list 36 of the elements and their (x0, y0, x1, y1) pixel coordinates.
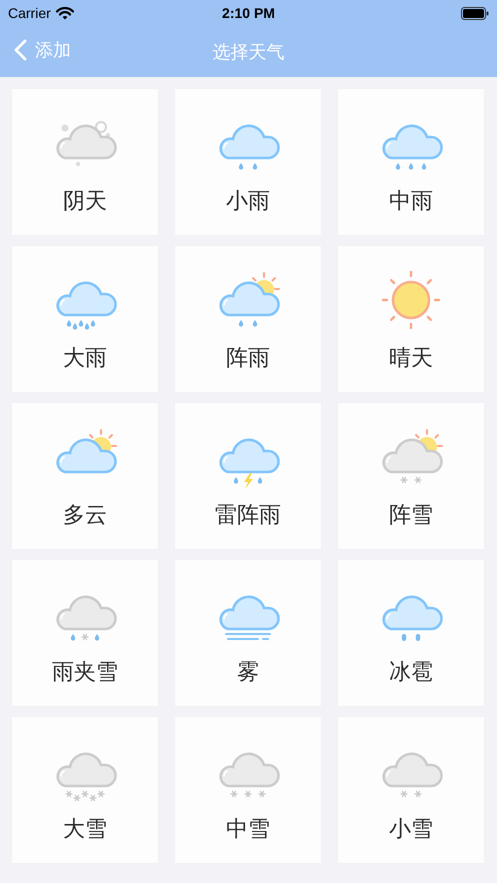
weather-tile[interactable]: 冰雹 (338, 560, 484, 706)
weather-label: 小雪 (389, 816, 433, 844)
weather-label: 晴天 (389, 345, 433, 373)
weather-tile[interactable]: 中雨 (338, 89, 484, 235)
weather-tile[interactable]: 晴天 (338, 246, 484, 392)
battery-icon (460, 6, 489, 20)
wifi-icon (56, 6, 74, 20)
weather-tile[interactable]: 大雨 (12, 246, 158, 392)
weather-label: 雨夹雪 (52, 659, 118, 687)
weather-tile[interactable]: 雨夹雪 (12, 560, 158, 706)
weather-tile[interactable]: 阴天 (12, 89, 158, 235)
page-title: 选择天气 (212, 40, 284, 64)
weather-tile[interactable]: 中雪 (175, 717, 321, 863)
weather-tile[interactable]: 小雨 (175, 89, 321, 235)
weather-tile[interactable]: 大雪 (12, 717, 158, 863)
weather-tile[interactable]: 雷阵雨 (175, 403, 321, 549)
weather-tile[interactable]: 雾 (175, 560, 321, 706)
weather-tile[interactable]: 小雪 (338, 717, 484, 863)
weather-label: 阴天 (63, 188, 107, 216)
carrier-label: Carrier (8, 5, 51, 21)
weather-label: 多云 (63, 502, 107, 530)
weather-label: 大雨 (63, 345, 107, 373)
weather-tile[interactable]: 阵雪 (338, 403, 484, 549)
weather-label: 中雨 (389, 188, 433, 216)
weather-label: 小雨 (226, 188, 270, 216)
weather-label: 雷阵雨 (215, 502, 281, 530)
chevron-left-icon (14, 39, 27, 61)
weather-label: 大雪 (63, 816, 107, 844)
clock-time: 2:10 PM (222, 5, 275, 21)
weather-label: 冰雹 (389, 659, 433, 687)
weather-label: 阵雨 (226, 345, 270, 373)
weather-label: 雾 (237, 659, 259, 687)
weather-tile[interactable]: 阵雨 (175, 246, 321, 392)
weather-tile[interactable]: 多云 (12, 403, 158, 549)
weather-label: 中雪 (226, 816, 270, 844)
weather-label: 阵雪 (389, 502, 433, 530)
